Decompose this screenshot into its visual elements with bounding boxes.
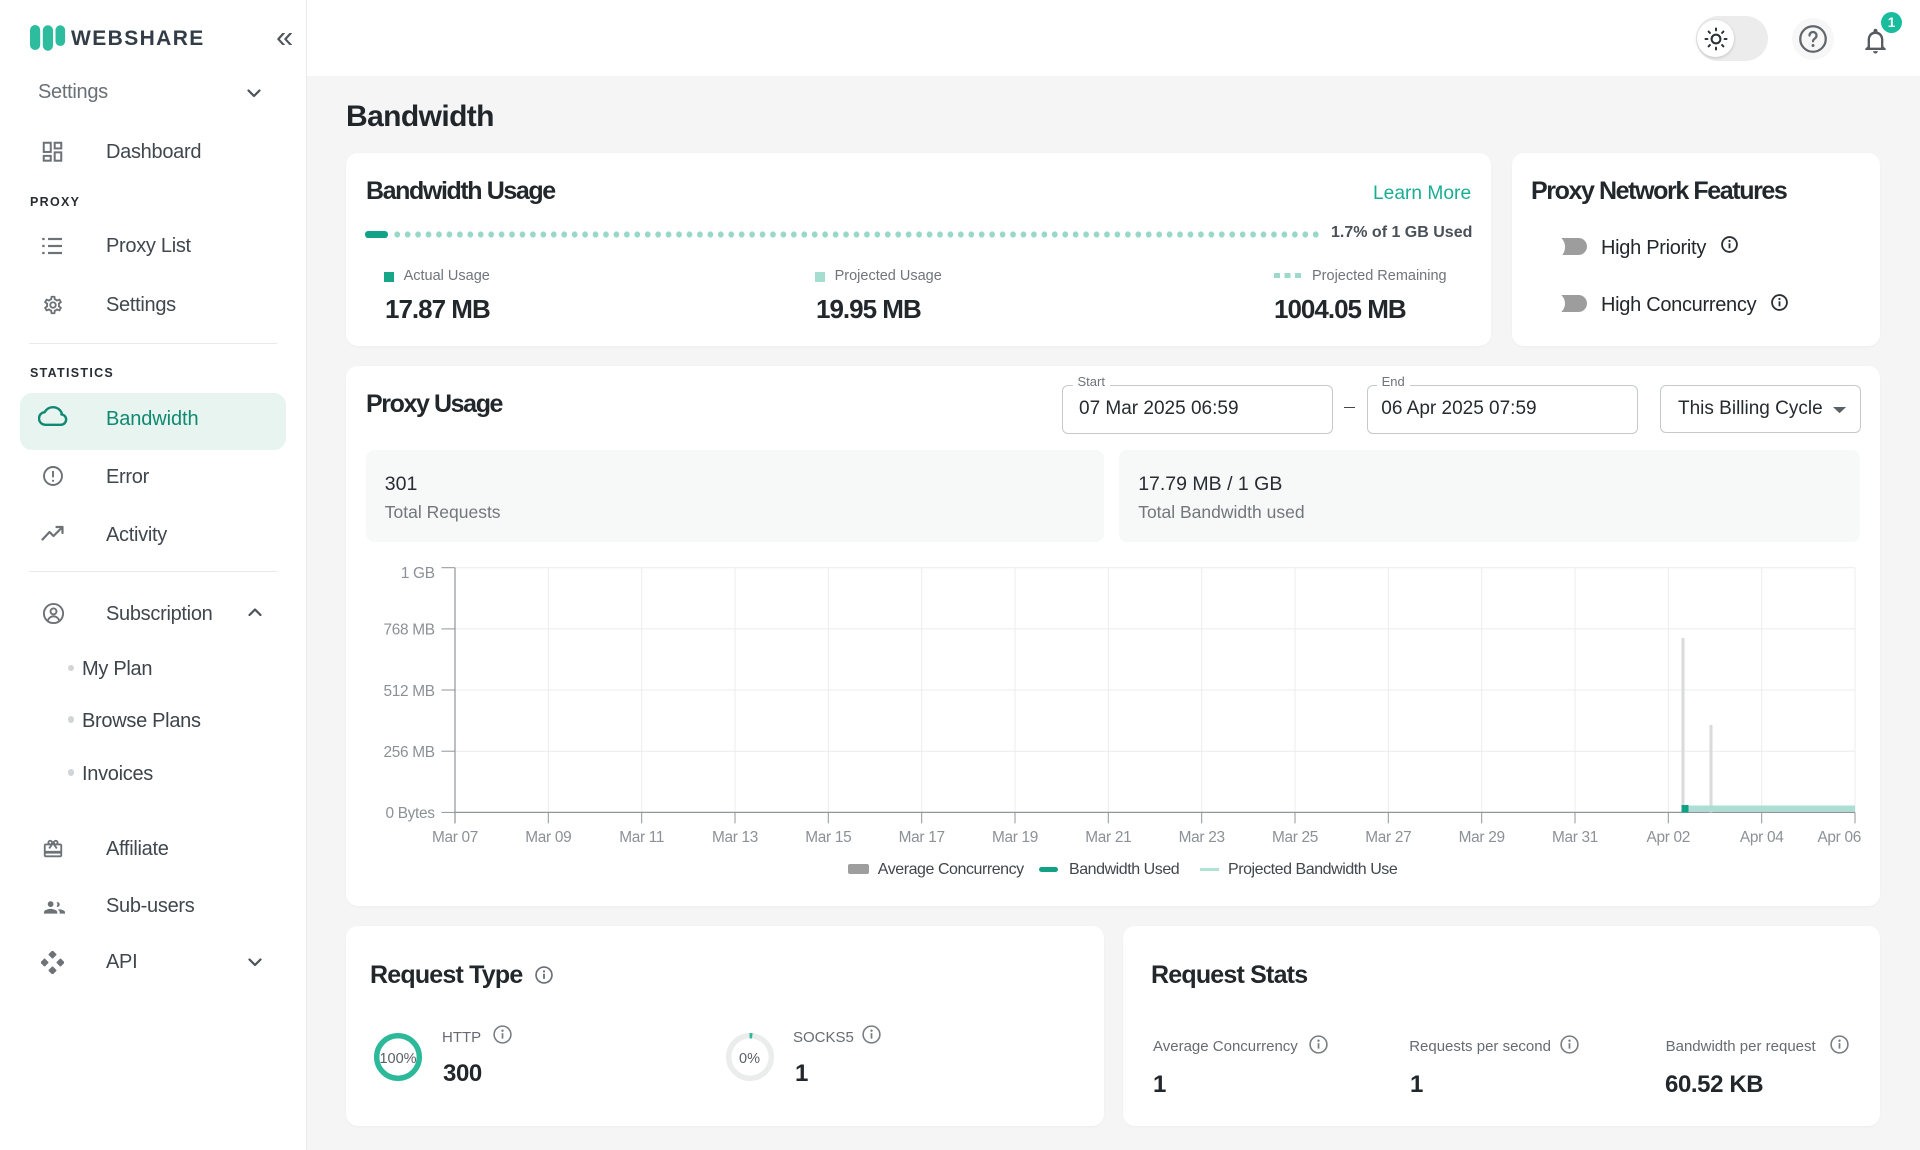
- svg-text:Mar 13: Mar 13: [712, 829, 758, 846]
- svg-text:Mar 25: Mar 25: [1272, 829, 1318, 846]
- svg-text:Mar 23: Mar 23: [1179, 829, 1225, 846]
- svg-text:Mar 15: Mar 15: [805, 829, 851, 846]
- svg-text:Mar 27: Mar 27: [1365, 829, 1411, 846]
- svg-text:Mar 29: Mar 29: [1459, 829, 1505, 846]
- svg-text:Apr 06: Apr 06: [1817, 829, 1861, 846]
- svg-text:256 MB: 256 MB: [383, 744, 434, 761]
- svg-text:Mar 09: Mar 09: [525, 829, 571, 846]
- svg-text:Apr 02: Apr 02: [1647, 829, 1691, 846]
- svg-text:768 MB: 768 MB: [383, 622, 434, 639]
- svg-text:Apr 04: Apr 04: [1740, 829, 1784, 846]
- svg-text:Mar 07: Mar 07: [432, 829, 478, 846]
- svg-text:0 Bytes: 0 Bytes: [385, 805, 435, 822]
- svg-text:512 MB: 512 MB: [383, 683, 434, 700]
- svg-text:Mar 11: Mar 11: [619, 829, 664, 846]
- svg-text:Mar 21: Mar 21: [1085, 829, 1131, 846]
- svg-text:Mar 19: Mar 19: [992, 829, 1038, 846]
- svg-text:1 GB: 1 GB: [401, 565, 435, 582]
- svg-text:Mar 31: Mar 31: [1552, 829, 1598, 846]
- svg-text:Mar 17: Mar 17: [899, 829, 945, 846]
